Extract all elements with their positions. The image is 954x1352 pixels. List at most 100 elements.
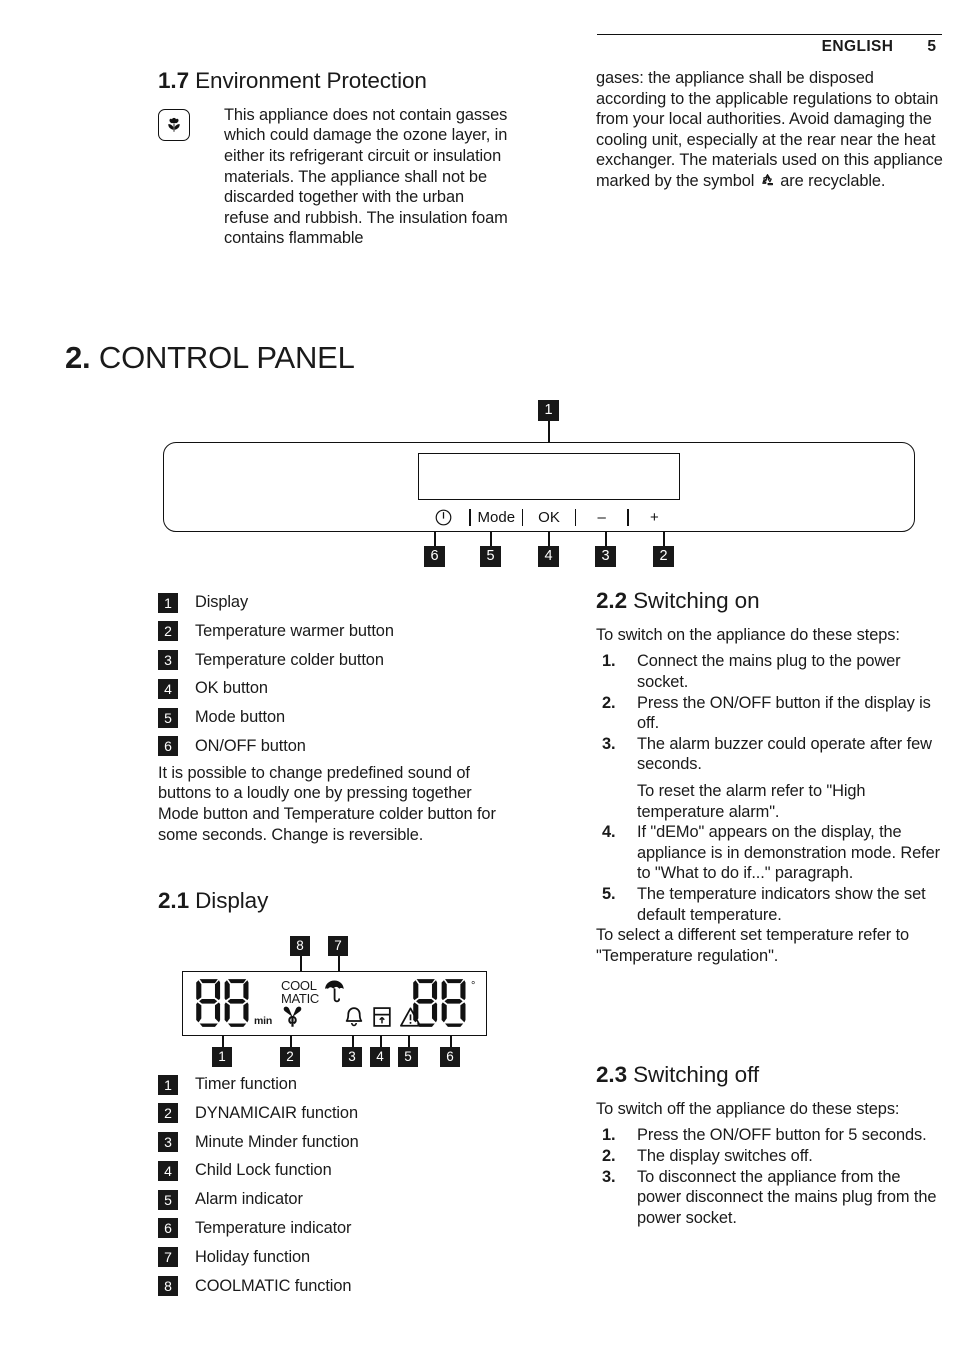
- chapter-title: CONTROL PANEL: [98, 340, 355, 375]
- timer-digits: min: [195, 978, 272, 1028]
- section-1-7-right: gases: the appliance shall be disposed a…: [596, 68, 946, 195]
- leader-line-1: [222, 1036, 224, 1047]
- legend-label: Display: [195, 593, 249, 611]
- control-panel-note: It is possible to change predefined soun…: [158, 763, 496, 844]
- leader-line-6: [434, 532, 436, 546]
- recycle-icon: [759, 172, 776, 195]
- leader-line-3: [605, 532, 607, 546]
- legend-badge: 2: [158, 621, 178, 642]
- legend-label: DYNAMICAIR function: [195, 1103, 358, 1122]
- list-item: 3. To disconnect the appliance from the p…: [596, 1167, 946, 1229]
- leader-line-7: [338, 956, 340, 971]
- list-item: 6 ON/OFF button: [158, 732, 511, 761]
- page-header: ENGLISH 5: [0, 38, 954, 56]
- legend-badge: 1: [158, 1074, 178, 1095]
- step-number: 5.: [602, 885, 616, 903]
- callout-badge-5: 5: [480, 546, 501, 567]
- callout-badge-7: 7: [328, 936, 348, 956]
- seven-segment-88: [196, 979, 249, 1027]
- section-2-3-title: Switching off: [633, 1062, 759, 1087]
- legend-label: Mode button: [195, 708, 286, 727]
- step-number: 2.: [602, 1147, 616, 1166]
- step-text: Connect the mains plug to the power sock…: [637, 652, 901, 692]
- section-2-1-number: 2.1: [158, 888, 189, 913]
- flower-icon: [158, 108, 190, 141]
- step-number: 1.: [602, 652, 616, 671]
- step-text: To disconnect the appliance from the pow…: [637, 1167, 937, 1227]
- section-1-7-icon-paragraph: This appliance does not contain gasses w…: [158, 105, 511, 249]
- section-1-7-title: Environment Protection: [195, 68, 427, 93]
- section-1-7-right-text-2: are recyclable.: [780, 171, 886, 190]
- mode-button-label: Mode: [477, 508, 516, 526]
- leader-line-2: [290, 1036, 292, 1047]
- display-figure: 8 7 min COOL MATIC ° 1 2 3 4 5 6: [182, 936, 502, 1067]
- coolmatic-text: COOL MATIC: [281, 979, 319, 1006]
- legend-badge: 7: [158, 1247, 178, 1268]
- display-panel: min COOL MATIC °: [182, 971, 487, 1036]
- ok-button[interactable]: OK: [523, 510, 574, 525]
- list-item: 5 Mode button: [158, 703, 511, 732]
- section-1-7-number: 1.7: [158, 68, 189, 93]
- legend-label: COOLMATIC function: [195, 1276, 352, 1295]
- page-title: 2. CONTROL PANEL: [65, 340, 355, 376]
- section-2-2-tail: To select a different set temperature re…: [596, 926, 910, 965]
- leader-line-4: [548, 532, 550, 546]
- legend-label: Temperature colder button: [195, 650, 384, 669]
- coolmatic-line-2: MATIC: [281, 990, 319, 1006]
- callout-badge-1: 1: [538, 400, 559, 421]
- display-legend: 1 Timer function 2 DYNAMICAIR function 3 Mi…: [158, 1070, 511, 1300]
- list-item: 1. Press the ON/OFF button for 5 seconds.: [596, 1125, 946, 1146]
- leader-line-3: [352, 1036, 354, 1047]
- section-1-7-left-text: This appliance does not contain gasses w…: [224, 105, 508, 248]
- list-item: 6 Temperature indicator: [158, 1214, 511, 1243]
- degree-symbol: °: [471, 980, 476, 992]
- step-number: 3.: [602, 734, 616, 753]
- list-item: 3 Temperature colder button: [158, 646, 511, 675]
- legend-label: ON/OFF button: [195, 736, 306, 755]
- list-item: 5. The temperature indicators show the se…: [596, 884, 946, 925]
- section-2-2-number: 2.2: [596, 588, 627, 613]
- list-item: 8 COOLMATIC function: [158, 1272, 511, 1301]
- child-lock-icon: [372, 1006, 392, 1033]
- legend-badge: 6: [158, 736, 178, 757]
- minus-label: –: [597, 508, 606, 526]
- control-panel-legend: 1 Display 2 Temperature warmer button 3 Tem…: [158, 588, 511, 761]
- section-2-3-intro: To switch off the appliance do these ste…: [596, 1099, 900, 1118]
- leader-line-6: [450, 1036, 452, 1047]
- timer-unit-label: min: [254, 1015, 273, 1027]
- control-panel-button-row: Mode OK – +: [418, 504, 680, 530]
- temperature-colder-button[interactable]: –: [576, 510, 627, 525]
- callout-badge-5: 5: [398, 1047, 418, 1067]
- step-number: 1.: [602, 1126, 616, 1145]
- legend-badge: 2: [158, 1103, 178, 1124]
- leader-line-5: [490, 532, 492, 546]
- legend-badge: 5: [158, 1189, 178, 1210]
- power-icon: [434, 508, 453, 527]
- list-item: 5 Alarm indicator: [158, 1185, 511, 1214]
- seven-segment-88-temp: [413, 979, 466, 1027]
- callout-badge-3: 3: [342, 1047, 362, 1067]
- legend-badge: 8: [158, 1276, 178, 1297]
- callout-badge-8: 8: [290, 936, 310, 956]
- legend-badge: 4: [158, 678, 178, 699]
- plus-label: +: [650, 508, 659, 526]
- mode-button[interactable]: Mode: [471, 510, 522, 525]
- legend-label: Alarm indicator: [195, 1190, 303, 1209]
- callout-badge-4: 4: [370, 1047, 390, 1067]
- step-number: 4.: [602, 823, 616, 842]
- section-2-3-steps: 1. Press the ON/OFF button for 5 seconds.…: [596, 1125, 946, 1228]
- legend-label: Child Lock function: [195, 1161, 332, 1180]
- holiday-umbrella-icon: [323, 978, 346, 1008]
- section-1-7-left: 1.7 Environment Protection This applianc…: [158, 68, 511, 249]
- minute-minder-bell-icon: [344, 1006, 364, 1033]
- list-item: 4 OK button: [158, 674, 511, 703]
- dynamicair-fan-icon: [282, 1005, 303, 1034]
- legend-badge: 6: [158, 1218, 178, 1239]
- header-page-number: 5: [927, 38, 936, 55]
- ok-button-label: OK: [538, 508, 560, 526]
- legend-badge: 1: [158, 592, 178, 613]
- list-item: 3 Minute Minder function: [158, 1128, 511, 1157]
- on-off-button[interactable]: [418, 508, 469, 527]
- temperature-warmer-button[interactable]: +: [629, 510, 680, 525]
- section-2-3-number: 2.3: [596, 1062, 627, 1087]
